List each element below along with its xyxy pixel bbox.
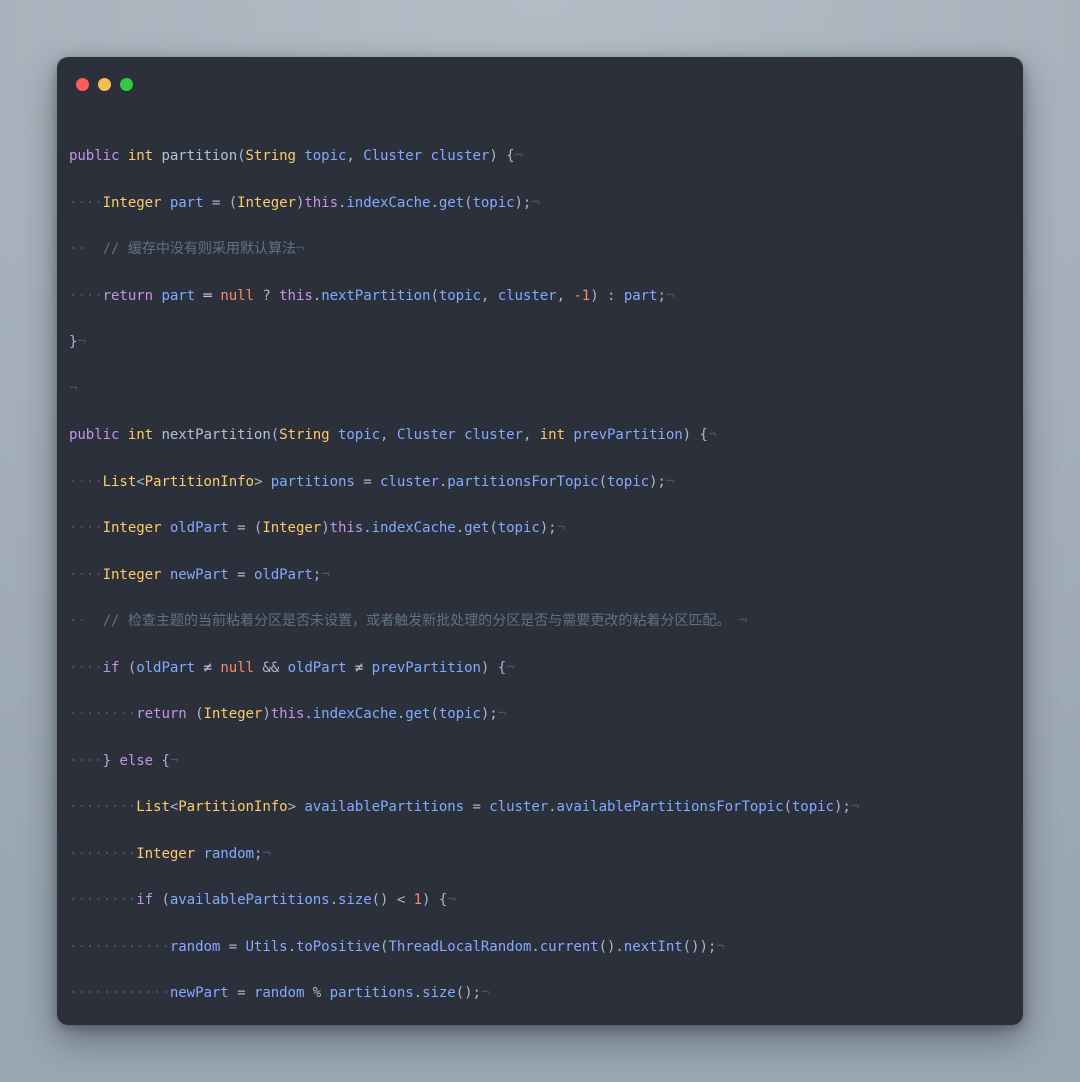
- code-line: ········List<PartitionInfo> availablePar…: [69, 799, 860, 816]
- code-line: ········if (availablePartitions.size() <…: [69, 892, 456, 909]
- code-line: }¬: [69, 334, 86, 351]
- code-snippet-window: public int partition(String topic, Clust…: [57, 57, 1023, 1025]
- close-button[interactable]: [76, 78, 89, 91]
- code-line: ············random = Utils.toPositive(Th…: [69, 938, 725, 955]
- code-line: public int partition(String topic, Clust…: [69, 148, 523, 165]
- code-line: ····List<PartitionInfo> partitions = clu…: [69, 473, 675, 490]
- code-line: ·· // 检查主题的当前粘着分区是否未设置，或者触发新批处理的分区是否与需要更…: [69, 613, 748, 630]
- code-line: ····return part ═ null ? this.nextPartit…: [69, 287, 675, 304]
- code-line: ············newPart = random % partition…: [69, 985, 490, 1002]
- code-line: public int nextPartition(String topic, C…: [69, 427, 717, 444]
- code-line: ····if (oldPart ≠ null && oldPart ≠ prev…: [69, 659, 515, 676]
- maximize-button[interactable]: [120, 78, 133, 91]
- code-line: ¬: [69, 380, 78, 397]
- code-line: ····Integer part = (Integer)this.indexCa…: [69, 194, 540, 211]
- code-line: ····Integer newPart = oldPart;¬: [69, 566, 330, 583]
- code-line: ····} else {¬: [69, 752, 179, 769]
- window-title-bar: [57, 57, 1023, 101]
- code-editor[interactable]: public int partition(String topic, Clust…: [57, 101, 1023, 1025]
- minimize-button[interactable]: [98, 78, 111, 91]
- code-line: ········Integer random;¬: [69, 845, 271, 862]
- code-line: ·· // 缓存中没有则采用默认算法¬: [69, 241, 305, 258]
- code-line: ········return (Integer)this.indexCache.…: [69, 706, 507, 723]
- code-line: ····Integer oldPart = (Integer)this.inde…: [69, 520, 565, 537]
